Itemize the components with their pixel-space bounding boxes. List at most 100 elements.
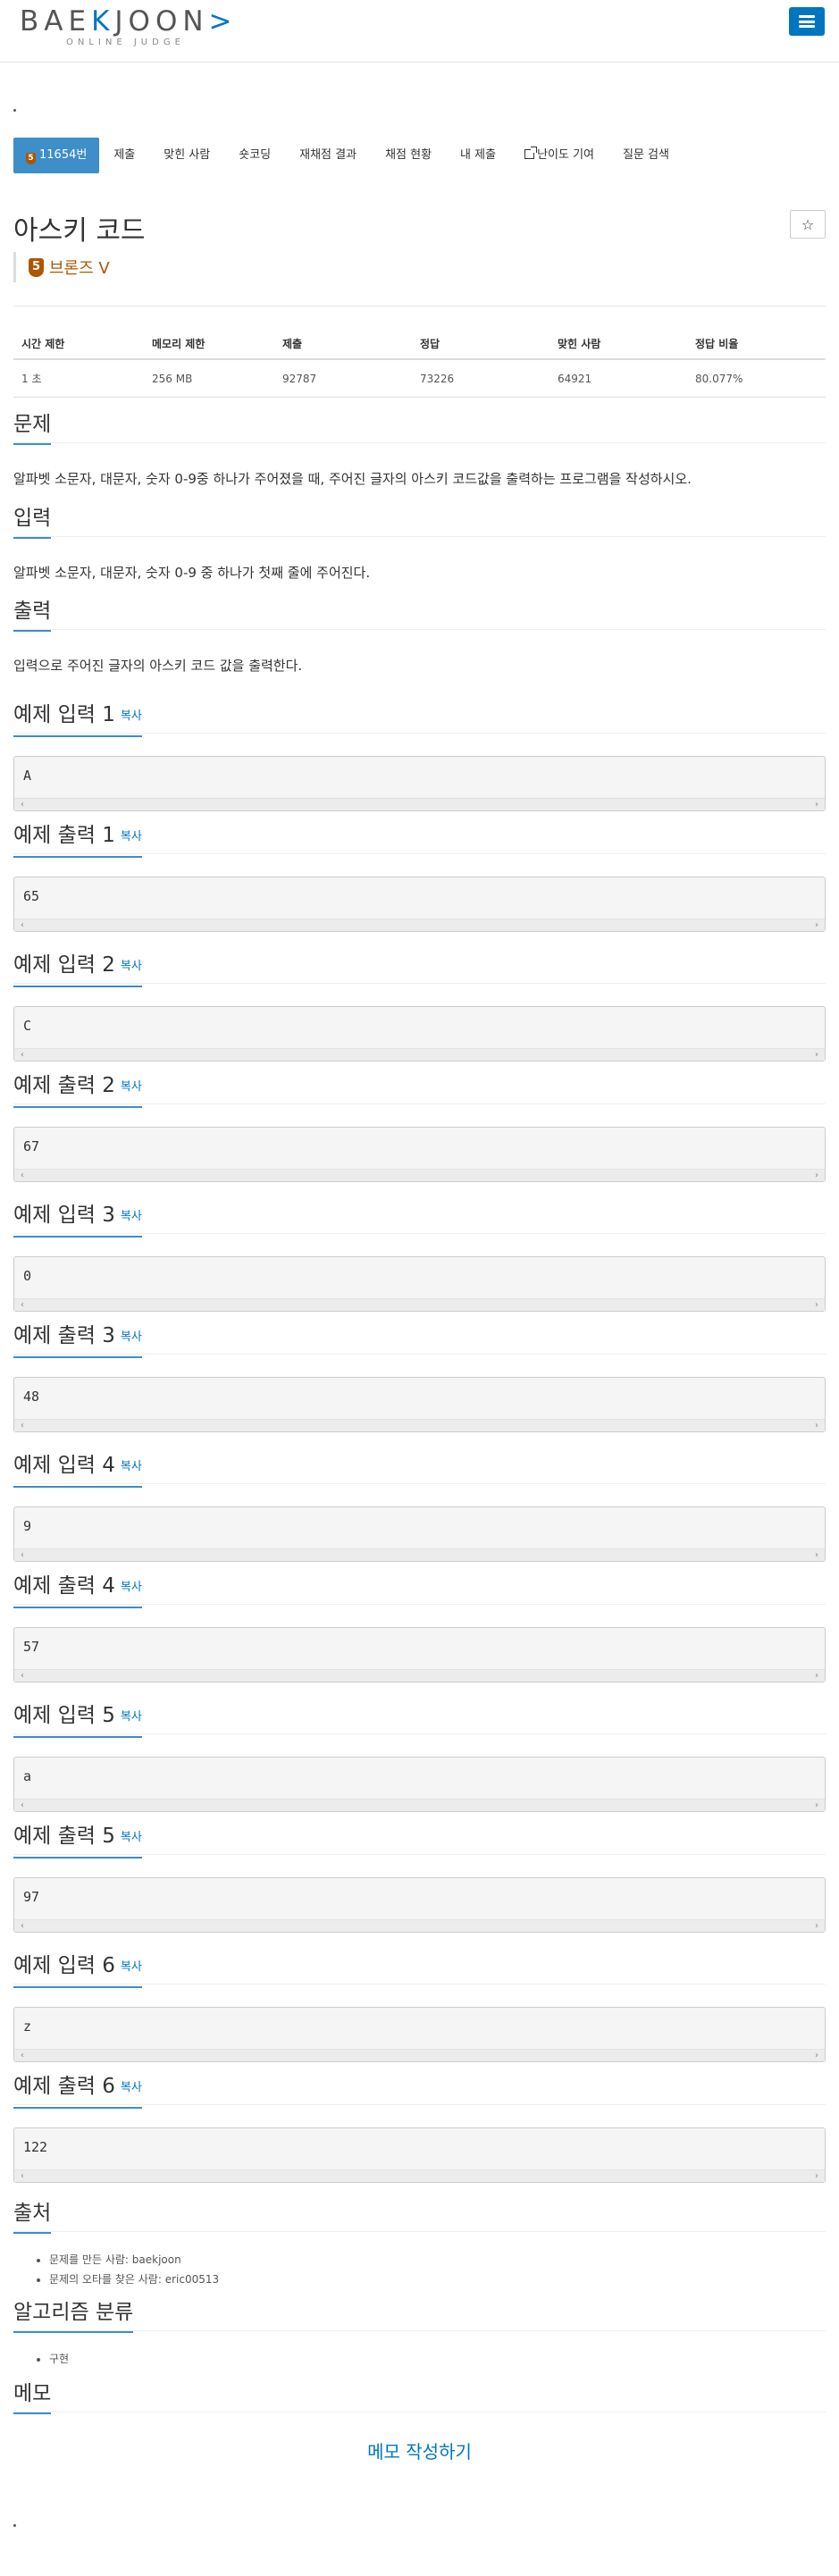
scroll-right-icon[interactable]: ›	[810, 1670, 823, 1682]
sample-section: 예제 입력 5 복사 a ‹ ›	[13, 1700, 826, 1812]
horizontal-scrollbar[interactable]: ‹ ›	[14, 2169, 825, 2182]
copy-button[interactable]: 복사	[121, 1330, 142, 1344]
scroll-right-icon[interactable]: ›	[810, 2170, 823, 2182]
sample-data-box[interactable]: 57 ‹ ›	[13, 1627, 826, 1682]
scroll-right-icon[interactable]: ›	[810, 1299, 823, 1311]
tier-label[interactable]: 브론즈 V	[49, 256, 110, 279]
tab-my-submissions[interactable]: 내 제출	[446, 138, 510, 173]
sample-data: a	[23, 1768, 32, 1784]
scroll-right-icon[interactable]: ›	[810, 1800, 823, 1811]
sample-data-box[interactable]: A ‹ ›	[13, 756, 826, 811]
write-memo-link[interactable]: 메모 작성하기	[13, 2438, 826, 2463]
scroll-right-icon[interactable]: ›	[810, 1049, 823, 1061]
algorithm-tag[interactable]: 구현	[49, 2349, 826, 2369]
sample-data-box[interactable]: 9 ‹ ›	[13, 1506, 826, 1562]
scroll-right-icon[interactable]: ›	[810, 1420, 823, 1431]
tab-short-coding[interactable]: 숏코딩	[224, 138, 285, 173]
scroll-right-icon[interactable]: ›	[810, 1549, 823, 1561]
site-logo[interactable]: BAEKJOON> ONLINE JUDGE	[20, 5, 252, 50]
scroll-right-icon[interactable]: ›	[810, 799, 823, 810]
scroll-left-icon[interactable]: ‹	[16, 1670, 29, 1682]
section-heading: 예제 출력 6 복사	[13, 2071, 142, 2109]
horizontal-scrollbar[interactable]: ‹ ›	[14, 1048, 825, 1061]
copy-button[interactable]: 복사	[121, 1210, 142, 1223]
copy-button[interactable]: 복사	[121, 2081, 142, 2094]
sample-data-box[interactable]: 67 ‹ ›	[13, 1127, 826, 1182]
problem-menu-tabs: 5 11654번 제출 맞힌 사람 숏코딩 재채점 결과 채점 현황 내 제출 난…	[13, 138, 684, 173]
copy-button[interactable]: 복사	[121, 1581, 142, 1594]
copy-button[interactable]: 복사	[121, 830, 142, 843]
scroll-left-icon[interactable]: ‹	[16, 1549, 29, 1561]
list-item[interactable]: 문제의 오타를 찾은 사람: eric00513	[49, 2270, 826, 2289]
scroll-left-icon[interactable]: ‹	[16, 1920, 29, 1932]
horizontal-scrollbar[interactable]: ‹ ›	[14, 919, 825, 931]
scroll-left-icon[interactable]: ‹	[16, 1049, 29, 1061]
horizontal-scrollbar[interactable]: ‹ ›	[14, 798, 825, 810]
menu-button[interactable]	[789, 7, 825, 36]
scroll-right-icon[interactable]: ›	[810, 919, 823, 931]
scroll-right-icon[interactable]: ›	[810, 1920, 823, 1932]
horizontal-scrollbar[interactable]: ‹ ›	[14, 1548, 825, 1561]
sample-data: z	[23, 2018, 32, 2035]
horizontal-scrollbar[interactable]: ‹ ›	[14, 1419, 825, 1431]
copy-button[interactable]: 복사	[121, 1831, 142, 1844]
sample-data-box[interactable]: z ‹ ›	[13, 2007, 826, 2062]
copy-button[interactable]: 복사	[121, 709, 142, 723]
sample-data: 122	[23, 2139, 48, 2155]
table-cell: 92787	[274, 359, 412, 398]
sample-data-box[interactable]: 0 ‹ ›	[13, 1256, 826, 1312]
scroll-left-icon[interactable]: ‹	[16, 2170, 29, 2182]
sample-data-box[interactable]: 48 ‹ ›	[13, 1377, 826, 1432]
copy-button[interactable]: 복사	[121, 1710, 142, 1724]
scroll-left-icon[interactable]: ‹	[16, 1420, 29, 1431]
scroll-left-icon[interactable]: ‹	[16, 1299, 29, 1311]
copy-button[interactable]: 복사	[121, 1080, 142, 1094]
horizontal-scrollbar[interactable]: ‹ ›	[14, 1919, 825, 1932]
sample-data: C	[23, 1018, 32, 1034]
scroll-left-icon[interactable]: ‹	[16, 1800, 29, 1811]
scroll-left-icon[interactable]: ‹	[16, 2050, 29, 2061]
table-header-cell: 메모리 제한	[144, 329, 274, 360]
copy-button[interactable]: 복사	[121, 1460, 142, 1473]
section-heading: 예제 출력 3 복사	[13, 1321, 142, 1358]
scroll-left-icon[interactable]: ‹	[16, 1170, 29, 1181]
section-headline: 예제 출력 3 복사	[13, 1321, 826, 1358]
horizontal-scrollbar[interactable]: ‹ ›	[14, 2049, 825, 2061]
horizontal-scrollbar[interactable]: ‹ ›	[14, 1799, 825, 1811]
horizontal-scrollbar[interactable]: ‹ ›	[14, 1298, 825, 1311]
sample-section: 예제 출력 1 복사 65 ‹ ›	[13, 820, 826, 932]
sample-data: 48	[23, 1389, 40, 1405]
section-headline: 예제 출력 5 복사	[13, 1821, 826, 1859]
section-headline: 예제 입력 1 복사	[13, 700, 826, 737]
horizontal-scrollbar[interactable]: ‹ ›	[14, 1669, 825, 1682]
sample-data-box[interactable]: 122 ‹ ›	[13, 2127, 826, 2183]
copy-button[interactable]: 복사	[121, 1960, 142, 1974]
scroll-right-icon[interactable]: ›	[810, 1170, 823, 1181]
sample-data-box[interactable]: 97 ‹ ›	[13, 1877, 826, 1933]
tab-problem[interactable]: 5 11654번	[13, 138, 100, 173]
section-heading: 예제 출력 1 복사	[13, 820, 142, 858]
scroll-left-icon[interactable]: ‹	[16, 919, 29, 931]
scroll-left-icon[interactable]: ‹	[16, 799, 29, 810]
memo-section: 메모 메모 작성하기	[13, 2379, 826, 2463]
tier-badge-icon: 5	[26, 153, 36, 164]
tab-rejudge-results[interactable]: 재채점 결과	[285, 138, 371, 173]
section-heading: 예제 출력 2 복사	[13, 1070, 142, 1108]
tab-submit[interactable]: 제출	[99, 138, 149, 173]
tab-status[interactable]: 채점 현황	[371, 138, 446, 173]
favorite-button[interactable]: ☆	[790, 210, 826, 239]
sample-data-box[interactable]: a ‹ ›	[13, 1757, 826, 1812]
sample-data: A	[23, 768, 32, 784]
list-item[interactable]: 문제를 만든 사람: baekjoon	[49, 2250, 826, 2270]
copy-button[interactable]: 복사	[121, 960, 142, 973]
tab-question-search[interactable]: 질문 검색	[608, 138, 684, 173]
section-headline: 예제 출력 2 복사	[13, 1070, 826, 1108]
section-headline: 예제 출력 1 복사	[13, 820, 826, 858]
tab-difficulty-contribution[interactable]: 난이도 기여	[510, 138, 608, 173]
tab-solved-users[interactable]: 맞힌 사람	[149, 138, 224, 173]
scroll-right-icon[interactable]: ›	[810, 2050, 823, 2061]
sample-data-box[interactable]: 65 ‹ ›	[13, 877, 826, 932]
horizontal-scrollbar[interactable]: ‹ ›	[14, 1169, 825, 1181]
sample-data-box[interactable]: C ‹ ›	[13, 1006, 826, 1061]
sample-section: 예제 입력 2 복사 C ‹ ›	[13, 950, 826, 1061]
